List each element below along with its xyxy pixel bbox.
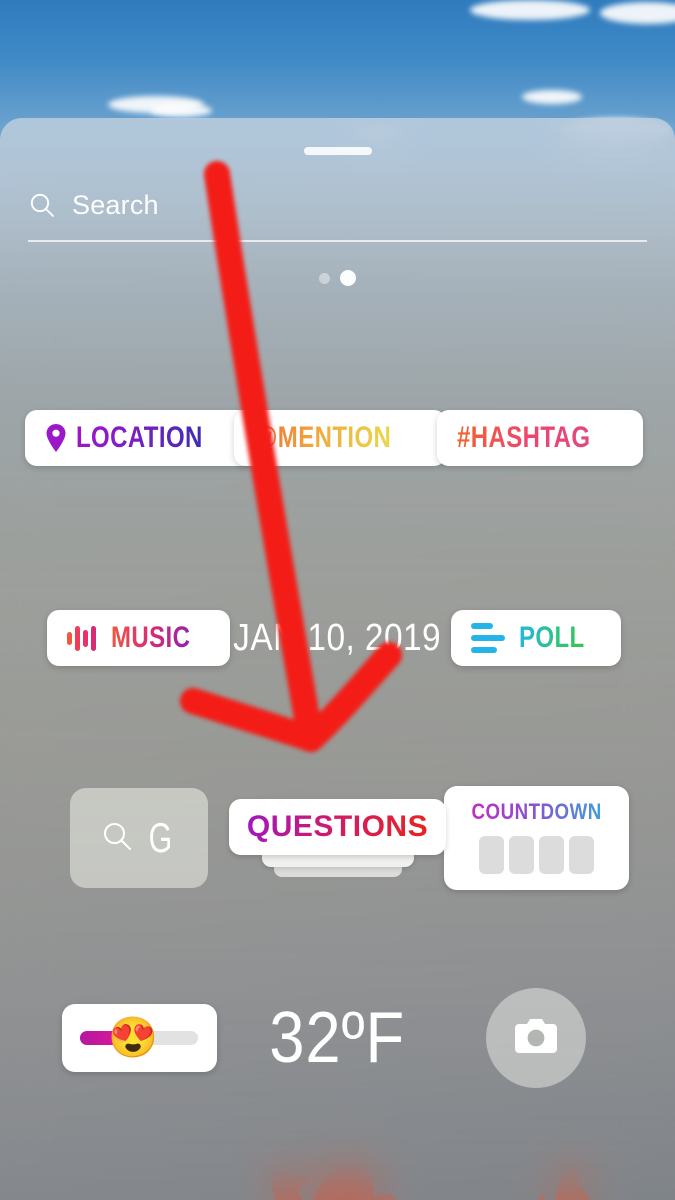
countdown-digit [538,836,564,874]
sticker-cell: COUNTDOWN [438,786,636,890]
page-dot-1[interactable] [319,272,330,284]
cloud-shape [470,0,590,20]
sticker-row: MUSIC JAN 10, 2019 POLL [0,538,675,738]
sticker-label: LOCATION [76,421,204,454]
sticker-temperature[interactable]: 32ºF [270,997,406,1079]
sticker-row: LOCATION @MENTION #HASHTAG [0,338,675,538]
questions-card-layer-2 [261,853,414,867]
sticker-hashtag[interactable]: #HASHTAG [436,410,644,466]
pagination-dots [0,270,675,286]
search-divider [28,240,647,242]
location-pin-icon [45,423,67,453]
sticker-cell [437,988,635,1088]
sticker-cell: 😍 [40,1004,238,1072]
search-input[interactable]: Search [72,190,159,221]
countdown-digit [508,836,534,874]
search-icon [28,191,56,219]
poll-bars-icon [471,623,507,653]
sticker-cell: 32ºF [238,997,436,1079]
sticker-label: MUSIC [111,621,191,654]
sticker-emoji-slider[interactable]: 😍 [61,1004,217,1072]
page-dot-2[interactable] [340,270,356,286]
story-sticker-screen: Search LOCATION @MENTION #HASHTAG MUSIC … [0,0,675,1200]
cloud-shape [522,90,582,104]
gif-logo-text: G [148,814,173,861]
sticker-label: #HASHTAG [456,421,591,454]
music-bars-icon [67,624,101,652]
sticker-tray-sheet: Search LOCATION @MENTION #HASHTAG MUSIC … [0,118,675,1200]
sticker-questions[interactable]: QUESTIONS [228,799,447,877]
sticker-music[interactable]: MUSIC [47,610,231,666]
camera-icon [513,1016,559,1061]
sticker-poll[interactable]: POLL [451,610,622,666]
sticker-gif-search[interactable]: G [69,788,208,888]
sticker-camera-button[interactable] [485,988,586,1088]
search-bar[interactable]: Search [28,182,647,228]
cloud-shape [150,104,212,117]
sticker-row: 😍 32ºF [0,938,675,1138]
countdown-digit [478,836,504,874]
sticker-cell: JAN 10, 2019 [234,617,441,660]
sticker-date[interactable]: JAN 10, 2019 [234,617,442,660]
questions-card-front: QUESTIONS [228,799,447,855]
sticker-cell: LOCATION [25,410,255,466]
questions-card-layer-3 [273,866,402,877]
sticker-row: G QUESTIONS COUNTDOWN [0,738,675,938]
sticker-cell: POLL [438,610,636,666]
drag-handle[interactable] [303,147,372,155]
sticker-grid: LOCATION @MENTION #HASHTAG MUSIC JAN 10,… [0,338,675,1138]
sticker-cell: QUESTIONS [228,799,447,877]
sticker-cell: MUSIC [40,610,238,666]
sticker-cell: G [40,788,238,888]
countdown-digit [568,836,594,874]
cloud-shape [600,2,675,24]
sticker-label: COUNTDOWN [471,799,602,824]
sticker-countdown[interactable]: COUNTDOWN [443,786,629,890]
search-icon [100,819,134,858]
sticker-mention[interactable]: @MENTION [234,410,446,466]
sticker-label: @MENTION [254,421,392,454]
sticker-location[interactable]: LOCATION [25,410,255,466]
sticker-label: QUESTIONS [246,810,429,843]
heart-eyes-emoji[interactable]: 😍 [108,1018,158,1058]
sticker-cell: @MENTION [234,410,446,466]
countdown-digit-blocks [478,836,594,874]
slider-track[interactable]: 😍 [80,1018,199,1058]
sticker-label: POLL [519,621,585,654]
sticker-cell: #HASHTAG [436,410,644,466]
